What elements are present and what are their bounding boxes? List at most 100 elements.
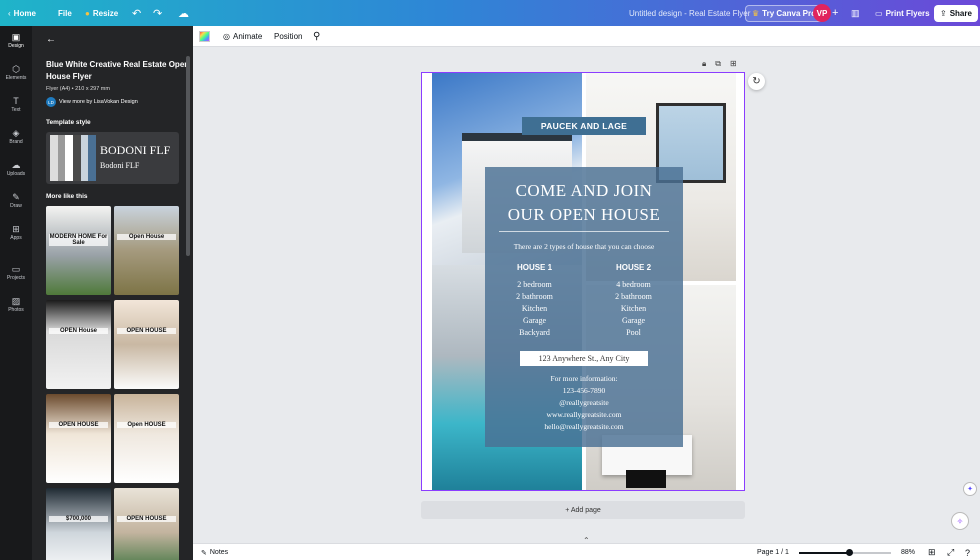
editor-toolbar: ◎ Animate Position ⚲ — [193, 26, 980, 47]
text-icon: T — [13, 96, 19, 106]
phone-text: 123-456-7890 — [562, 386, 606, 395]
notes-button[interactable]: ✎ Notes — [201, 544, 228, 560]
rail-draw[interactable]: ✎ Draw — [0, 192, 32, 209]
magic-icon[interactable]: ✧ — [951, 512, 969, 530]
refresh-icon[interactable]: ↻ — [748, 73, 765, 90]
template-thumbnail[interactable]: OPEN HOUSE — [114, 300, 179, 389]
headline-line2: OUR OPEN HOUSE — [507, 205, 661, 224]
home-button[interactable]: ‹ Home — [8, 0, 36, 26]
duplicate-icon[interactable]: ⧉ — [715, 59, 721, 69]
design-panel: ← Blue White Creative Real Estate Open H… — [32, 26, 193, 560]
color-swatch-icon — [199, 31, 210, 42]
rail-brand[interactable]: ◈ Brand — [0, 128, 32, 145]
template-title-line1: Blue White Creative Real Estate Open — [46, 60, 190, 69]
template-title-line2: House Flyer — [46, 72, 92, 81]
zoom-slider[interactable] — [799, 544, 891, 560]
rail-apps[interactable]: ⊞ Apps — [0, 224, 32, 241]
house1-heading: HOUSE 1 — [516, 263, 553, 272]
rail-uploads[interactable]: ☁ Uploads — [0, 160, 32, 177]
cloud-save-icon[interactable]: ☁ — [178, 0, 189, 26]
template-thumbnail[interactable]: MODERN HOME For Sale — [46, 206, 111, 295]
rail-label: Photos — [8, 307, 24, 313]
template-thumbnail[interactable]: OPEN HOUSE — [46, 394, 111, 483]
color-palette — [50, 135, 97, 181]
avatar-initials: VP — [813, 4, 831, 22]
print-button[interactable]: ▭ Print Flyers — [875, 0, 930, 26]
feature-item: Backyard — [519, 328, 550, 337]
design-icon: ▣ — [11, 32, 21, 42]
rail-label: Text — [11, 107, 21, 113]
zoom-level[interactable]: 88% — [901, 544, 915, 560]
template-thumbnail[interactable]: Open HOUSE — [114, 394, 179, 483]
home-label: Home — [13, 8, 36, 18]
feature-item: Kitchen — [620, 304, 647, 313]
lock-icon[interactable]: 🔒︎ — [702, 59, 706, 69]
redo-icon[interactable]: ↷ — [153, 0, 162, 26]
paint-roller-icon[interactable]: ⚲ — [313, 26, 320, 47]
print-label: Print Flyers — [885, 8, 930, 18]
apps-icon: ⊞ — [12, 224, 20, 234]
subheadline: There are 2 types of house that you can … — [513, 242, 655, 251]
assistant-icon[interactable]: ✦ — [963, 482, 977, 496]
thumbnail-caption: $700,000 — [49, 516, 108, 522]
projects-icon: ▭ — [11, 264, 21, 274]
feature-item: Garage — [522, 316, 547, 325]
undo-icon[interactable]: ↶ — [132, 0, 141, 26]
help-icon[interactable]: ? — [965, 544, 970, 560]
rail-label: Design — [8, 43, 24, 49]
house2-heading: HOUSE 2 — [615, 263, 652, 272]
rail-label: Projects — [6, 275, 26, 281]
resize-button[interactable]: ● Resize — [85, 0, 118, 26]
template-thumbnail[interactable]: $700,000 — [46, 488, 111, 560]
page-indicator[interactable]: Page 1 / 1 — [757, 544, 789, 560]
grid-view-icon[interactable]: ⊞ — [928, 544, 936, 560]
template-thumbnail[interactable]: OPEN House — [46, 300, 111, 389]
rail-label: Brand — [9, 139, 23, 145]
add-page-button[interactable]: + Add page — [421, 501, 745, 519]
thumbnail-caption: Open House — [117, 234, 176, 240]
feature-item: 4 bedroom — [616, 280, 651, 289]
template-style-card[interactable]: BODONI FLF Bodoni FLF — [46, 132, 179, 184]
analytics-icon[interactable]: ▥ — [851, 0, 860, 26]
author-label: View more by LisaVokan Design — [59, 99, 138, 105]
author-link[interactable]: LD View more by LisaVokan Design — [46, 97, 138, 107]
rail-text[interactable]: T Text — [0, 96, 32, 113]
draw-icon: ✎ — [12, 192, 20, 202]
add-page-icon[interactable]: ⊞ — [730, 59, 737, 69]
document-title-text: Untitled design - Real Estate Flyer — [629, 8, 751, 18]
zoom-slider-handle[interactable] — [846, 548, 853, 556]
share-button[interactable]: ⇪ Share — [934, 0, 978, 26]
position-button[interactable]: Position — [274, 26, 302, 47]
back-arrow-icon[interactable]: ← — [46, 34, 56, 45]
thumbnail-caption: OPEN HOUSE — [117, 516, 176, 522]
rail-photos[interactable]: ▨ Photos — [0, 296, 32, 313]
template-thumbnail[interactable]: OPEN HOUSE — [114, 488, 179, 560]
feature-item: 2 bedroom — [517, 280, 552, 289]
fullscreen-icon[interactable]: ⤢ — [947, 544, 954, 560]
flyer-page[interactable]: COME AND JOIN OUR OPEN HOUSE There are 2… — [421, 72, 745, 491]
info-label: For more information: — [550, 374, 618, 383]
panel-scrollbar[interactable] — [186, 56, 190, 256]
try-pro-button[interactable]: ♛ Try Canva Pro — [745, 0, 823, 26]
animate-icon: ◎ — [223, 32, 230, 41]
font-preview-small: Bodoni FLF — [100, 161, 140, 170]
thumbnail-caption: OPEN HOUSE — [117, 328, 176, 334]
file-menu[interactable]: File — [58, 0, 72, 26]
avatar[interactable]: VP — [813, 0, 831, 26]
website-text: www.reallygreatsite.com — [546, 410, 622, 419]
plus-icon[interactable]: + — [832, 0, 838, 26]
flyer-info-box[interactable]: COME AND JOIN OUR OPEN HOUSE There are 2… — [485, 167, 683, 447]
color-picker[interactable] — [199, 26, 210, 47]
page-label: Page 1 / 1 — [757, 549, 789, 556]
document-title[interactable]: Untitled design - Real Estate Flyer — [629, 0, 750, 26]
rail-label: Elements — [5, 75, 27, 81]
rail-design[interactable]: ▣ Design — [0, 32, 32, 49]
thumbnail-caption: Open HOUSE — [117, 422, 176, 428]
rail-elements[interactable]: ⬡ Elements — [0, 64, 32, 81]
rail-projects[interactable]: ▭ Projects — [0, 264, 32, 281]
animate-button[interactable]: ◎ Animate — [223, 26, 262, 47]
house2-features: 4 bedroom 2 bathroom Kitchen Garage Pool — [584, 279, 683, 339]
font-preview-large: BODONI FLF — [100, 143, 171, 157]
template-thumbnail[interactable]: Open House — [114, 206, 179, 295]
divider — [499, 231, 669, 232]
